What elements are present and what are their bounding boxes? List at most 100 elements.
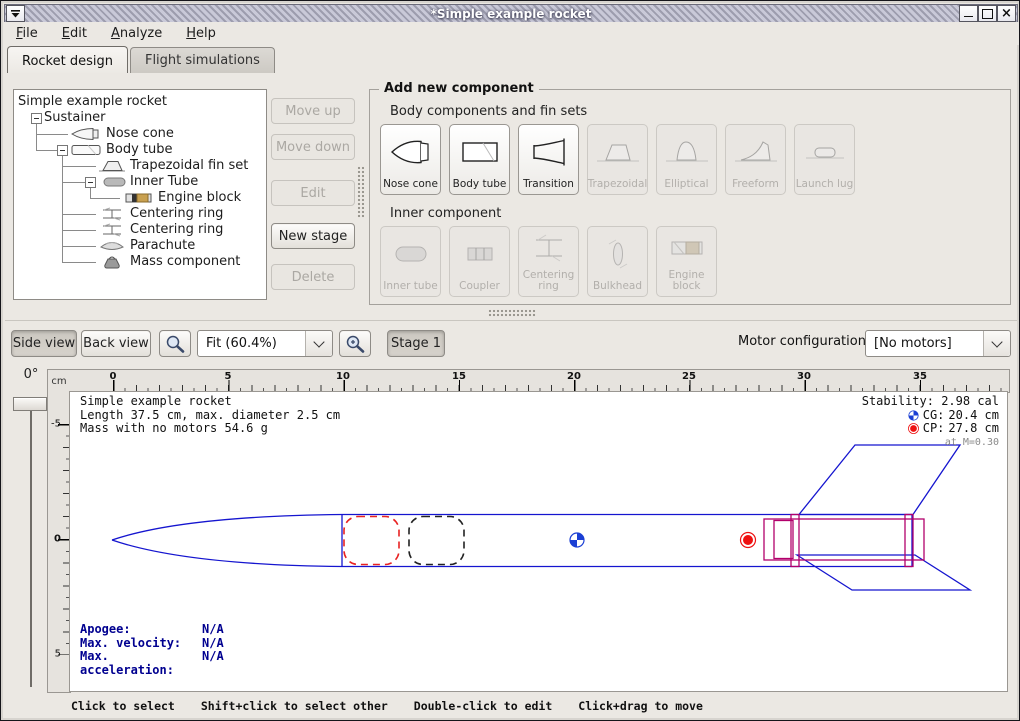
horizontal-ruler-ticks [113,370,1009,392]
add-engine-block-button[interactable]: Engine block [656,226,717,297]
magnifier-plus-icon [344,334,366,354]
expander-sustainer[interactable] [31,113,42,124]
ruler-label: 25 [682,371,696,382]
mach-note: at M=0.30 [862,436,999,450]
move-down-button[interactable]: Move down [271,134,355,160]
window-menu-icon [10,8,21,19]
menu-file[interactable]: File [13,24,49,43]
ruler-label: 5 [225,371,232,382]
transition-icon [526,125,572,179]
menu-edit[interactable]: Edit [59,24,98,43]
trapezoidal-fin-icon [595,125,641,179]
centering-ring-icon [526,227,572,270]
rocket-info-text: Simple example rocket Length 37.5 cm, ma… [80,395,340,436]
delete-button[interactable]: Delete [271,264,355,290]
window-menu-button[interactable] [6,5,25,22]
stability-line: Stability: 2.98 cal [862,395,999,409]
rocket-name-line: Simple example rocket [80,395,340,409]
tree-connector [36,123,37,150]
tree-connector [62,230,96,231]
elliptical-fin-icon [664,125,710,179]
add-body-tube-button[interactable]: Body tube [449,124,510,195]
motor-configuration-dropdown[interactable] [983,331,1010,356]
add-centering-ring-button[interactable]: Centering ring [518,226,579,297]
apogee-row: Apogee: N/A [80,623,224,637]
chevron-down-icon [991,336,1002,347]
motor-configuration-select[interactable]: [No motors] [865,330,1011,357]
motor-configuration-value: [No motors] [866,336,983,351]
add-transition-button[interactable]: Transition [518,124,579,195]
rocket-canvas[interactable]: Simple example rocket Length 37.5 cm, ma… [69,391,1008,692]
close-icon: × [1001,7,1012,20]
tree-connector [62,182,85,183]
rocket-mass-line: Mass with no motors 54.6 g [80,422,340,436]
add-freeform-fin-button[interactable]: Freeform [725,124,786,195]
engine-block-icon [664,227,710,270]
launch-lug-icon [802,125,848,179]
minimize-icon [964,16,973,17]
freeform-fin-icon [733,125,779,179]
bulkhead-icon [595,227,641,281]
add-elliptical-fin-button[interactable]: Elliptical [656,124,717,195]
tree-connector [62,262,96,263]
move-up-button[interactable]: Move up [271,98,355,124]
new-stage-button[interactable]: New stage [271,223,355,249]
inner-components [764,515,924,567]
cg-line: CG: 20.4 cm [862,409,999,423]
panel-title: Add new component [379,81,539,96]
add-bulkhead-button[interactable]: Bulkhead [587,226,648,297]
rotation-slider-handle[interactable] [13,397,47,411]
cp-line: CP: 27.8 cm [862,422,999,436]
zoom-in-button[interactable] [339,330,371,357]
add-trapezoidal-fin-button[interactable]: Trapezoidal [587,124,648,195]
back-view-button[interactable]: Back view [81,330,151,357]
title-bar[interactable]: *Simple example rocket × [4,4,1018,23]
zoom-select[interactable]: Fit (60.4%) [197,330,333,357]
add-nose-cone-button[interactable]: Nose cone [380,124,441,195]
hint-click-drag: Click+drag to move [578,699,703,713]
horizontal-ruler: 0 5 10 15 20 25 30 35 [69,369,1010,393]
expander-body-tube[interactable] [57,145,68,156]
zoom-select-dropdown[interactable] [305,331,332,356]
mass-component-icon [98,255,126,274]
tab-rocket-design[interactable]: Rocket design [7,46,128,75]
splitter-handle-horizontal[interactable] [488,309,536,317]
inner-tube-icon [388,227,434,281]
app-window: *Simple example rocket × File Edit Analy… [0,0,1020,721]
cp-marker [741,533,756,548]
menu-analyze[interactable]: Analyze [108,24,173,43]
component-tree[interactable]: Simple example rocket Sustainer Nose con… [13,89,267,300]
max-velocity-row: Max. velocity: N/A [80,637,224,651]
side-view-button[interactable]: Side view [11,330,77,357]
tab-flight-simulations[interactable]: Flight simulations [130,47,275,74]
menu-bar: File Edit Analyze Help [4,22,1020,45]
inner-components-row: Inner tube Coupler Centering ring Bulkhe… [380,226,717,297]
expander-inner-tube[interactable] [85,177,96,188]
ruler-label: 0 [54,534,61,545]
main-tabs: Rocket design Flight simulations [7,47,277,74]
stage-1-toggle[interactable]: Stage 1 [387,330,445,357]
close-button[interactable]: × [997,5,1016,22]
flight-data-info: Apogee: N/A Max. velocity: N/A Max. acce… [80,623,224,677]
ruler-label: 5 [55,649,61,660]
rocket-dimensions-line: Length 37.5 cm, max. diameter 2.5 cm [80,409,340,423]
maximize-button[interactable] [978,5,997,22]
inner-component-label: Inner component [390,206,501,221]
window-title: *Simple example rocket [5,7,1017,21]
zoom-out-button[interactable] [159,330,191,357]
ruler-label: 0 [110,371,117,382]
rotation-slider-track[interactable] [30,399,32,687]
rotation-angle-label: 0° [13,367,49,382]
tree-connector [90,198,120,199]
edit-button[interactable]: Edit [271,180,355,206]
add-coupler-button[interactable]: Coupler [449,226,510,297]
splitter-handle-vertical[interactable] [357,166,364,218]
menu-help[interactable]: Help [183,24,227,43]
add-inner-tube-button[interactable]: Inner tube [380,226,441,297]
body-tube-icon [457,125,503,179]
minimize-button[interactable] [959,5,978,22]
add-launch-lug-button[interactable]: Launch lug [794,124,855,195]
zoom-select-value: Fit (60.4%) [198,336,305,351]
ruler-label: 35 [913,371,927,382]
status-bar: Click to select Shift+click to select ot… [5,693,1020,718]
